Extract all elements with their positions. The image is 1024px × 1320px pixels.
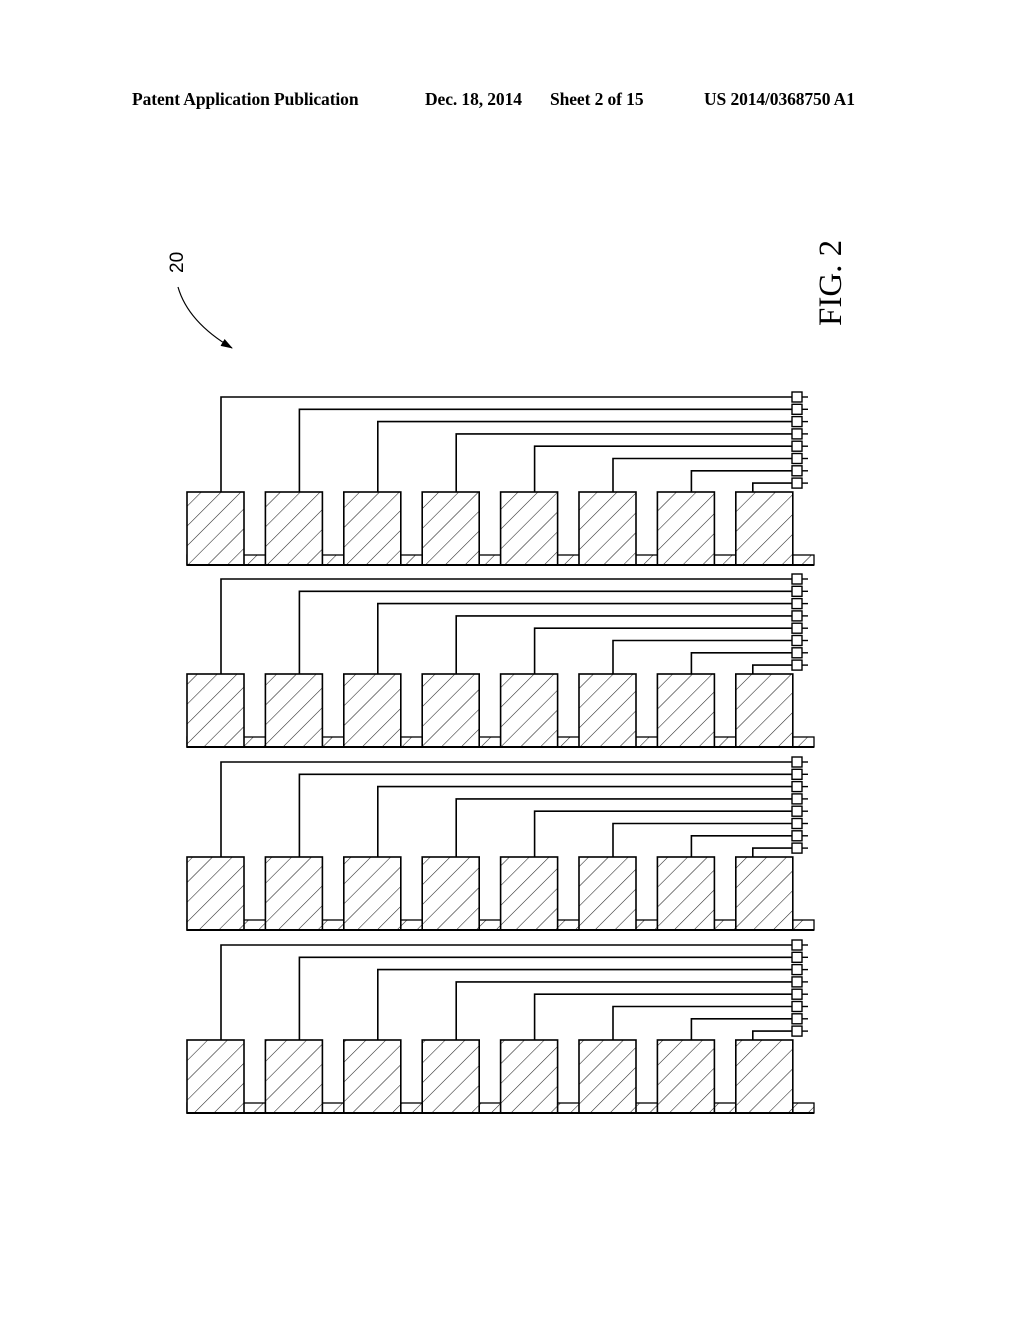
hatched-block xyxy=(421,1039,481,1114)
connection-wire xyxy=(690,652,792,674)
contact-pad xyxy=(791,465,803,477)
connection-wire xyxy=(612,457,792,492)
hatched-block xyxy=(578,491,637,566)
hatched-block xyxy=(186,491,245,566)
contact-pad xyxy=(791,573,803,585)
hatched-block xyxy=(421,673,481,748)
contact-pad xyxy=(791,817,803,830)
contact-pad xyxy=(791,634,803,647)
contact-pad xyxy=(791,428,803,440)
hatched-block xyxy=(578,1039,637,1114)
reference-arrow xyxy=(177,286,233,349)
contact-pad xyxy=(791,805,803,817)
hatched-block xyxy=(264,673,324,748)
hatched-block xyxy=(734,673,794,748)
contact-pad xyxy=(791,1000,803,1013)
hatched-block xyxy=(499,1039,559,1114)
connection-wire xyxy=(455,433,792,492)
block-group xyxy=(186,573,815,748)
hatched-block xyxy=(264,1039,324,1114)
contact-pad xyxy=(791,597,803,610)
contact-pad xyxy=(791,647,803,659)
contact-pad xyxy=(791,1025,803,1037)
connection-wire xyxy=(455,615,792,674)
connection-wire xyxy=(690,470,792,492)
hatched-block xyxy=(264,856,324,931)
reference-numeral: 20 xyxy=(167,252,188,273)
contact-pad xyxy=(791,951,803,963)
contact-pad xyxy=(791,756,803,768)
connection-wire xyxy=(220,944,792,1040)
contact-pad xyxy=(791,415,803,428)
hatched-block xyxy=(578,856,637,931)
block-group xyxy=(186,391,815,566)
connection-wire xyxy=(377,420,792,492)
connection-wire xyxy=(612,822,792,857)
contact-pad xyxy=(791,391,803,403)
contact-pad xyxy=(791,659,803,671)
connection-wire xyxy=(752,847,792,857)
hatched-block xyxy=(186,856,245,931)
connection-wire xyxy=(455,981,792,1040)
hatched-block xyxy=(186,1039,245,1114)
connection-wire xyxy=(752,664,792,674)
contact-pad xyxy=(791,452,803,465)
block-group xyxy=(186,939,815,1114)
contact-pad xyxy=(791,976,803,988)
connection-wire xyxy=(220,761,792,857)
hatched-block xyxy=(578,673,637,748)
hatched-block xyxy=(264,491,324,566)
hatched-block xyxy=(499,491,559,566)
contact-pad xyxy=(791,403,803,415)
connection-wire xyxy=(612,1005,792,1040)
hatched-block xyxy=(734,491,794,566)
hatched-block xyxy=(342,673,402,748)
hatched-block xyxy=(499,673,559,748)
contact-pad xyxy=(791,780,803,793)
connection-wire xyxy=(220,396,792,492)
hatched-block xyxy=(656,673,716,748)
contact-pad xyxy=(791,842,803,854)
contact-pad xyxy=(791,477,803,489)
hatched-block xyxy=(734,856,794,931)
contact-pad xyxy=(791,988,803,1000)
hatched-block xyxy=(342,1039,402,1114)
connection-wire xyxy=(690,835,792,857)
hatched-block xyxy=(421,856,481,931)
connection-wire xyxy=(752,1030,792,1040)
connection-wire xyxy=(377,785,792,857)
figure-label: FIG. 2 xyxy=(813,240,849,326)
hatched-block xyxy=(342,491,402,566)
contact-pad xyxy=(791,585,803,597)
figure-drawing: FIG. 2 20 xyxy=(167,240,849,1114)
hatched-block xyxy=(342,856,402,931)
contact-pad xyxy=(791,963,803,976)
contact-pad xyxy=(791,610,803,622)
contact-pad xyxy=(791,768,803,780)
hatched-block xyxy=(656,1039,716,1114)
hatched-block xyxy=(656,856,716,931)
hatched-block xyxy=(499,856,559,931)
hatched-block xyxy=(656,491,716,566)
contact-pad xyxy=(791,1013,803,1025)
connection-wire xyxy=(690,1018,792,1040)
connection-wire xyxy=(377,968,792,1040)
hatched-block xyxy=(186,673,245,748)
connection-wire xyxy=(752,482,792,492)
contact-pad xyxy=(791,830,803,842)
hatched-block xyxy=(734,1039,794,1114)
block-groups xyxy=(186,391,815,1114)
connection-wire xyxy=(377,602,792,674)
contact-pad xyxy=(791,939,803,951)
connection-wire xyxy=(455,798,792,857)
hatched-block xyxy=(421,491,481,566)
contact-pad xyxy=(791,793,803,805)
block-group xyxy=(186,756,815,931)
contact-pad xyxy=(791,622,803,634)
connection-wire xyxy=(612,639,792,674)
contact-pad xyxy=(791,440,803,452)
connection-wire xyxy=(220,578,792,674)
